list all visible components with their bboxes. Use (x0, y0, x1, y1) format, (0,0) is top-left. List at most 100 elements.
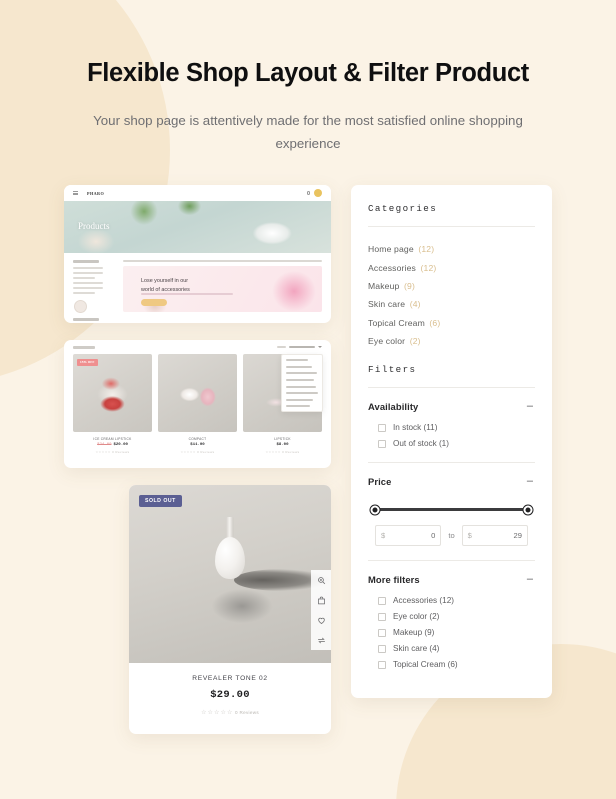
price-collapse-toggle[interactable]: – (525, 476, 535, 487)
price-separator: to (448, 531, 455, 541)
page-subtitle: Your shop page is attentively made for t… (93, 112, 523, 151)
checkbox-topical-cream[interactable]: Topical Cream (6) (368, 660, 535, 669)
checkbox-skin-care[interactable]: Skin care (4) (368, 644, 535, 653)
availability-collapse-toggle[interactable]: – (525, 401, 535, 412)
category-item-makeup[interactable]: Makeup (9) (368, 277, 535, 295)
hero-title: Products (78, 221, 110, 232)
compare-icon[interactable] (311, 630, 331, 651)
search-zoom-icon[interactable] (311, 570, 331, 591)
checkbox-makeup[interactable]: Makeup (9) (368, 628, 535, 637)
product-grid-mockup[interactable]: 15% OFF ICE CREAM LIPSTICK $24.00 $20.00 … (64, 340, 331, 469)
product-image (158, 353, 237, 432)
featured-product-meta: REVEALER TONE 02 $29.00 ☆☆☆☆☆ 0 Reviews (129, 663, 331, 734)
checkbox-label: Topical Cream (6) (393, 660, 458, 670)
category-count: (12) (420, 262, 437, 273)
divider (368, 560, 535, 562)
heart-icon[interactable] (311, 610, 331, 631)
page-title: Flexible Shop Layout & Filter Product (87, 59, 529, 87)
divider (368, 462, 535, 464)
currency-symbol: $ (381, 531, 386, 541)
category-item-skin-care[interactable]: Skin care (4) (368, 295, 535, 313)
availability-title: Availability (368, 401, 419, 413)
perfume-bottle (215, 517, 245, 580)
featured-product-price: $29.00 (210, 689, 250, 702)
color-swatch[interactable] (74, 300, 87, 314)
product-card[interactable]: COMPACT $11.00 ☆☆☆☆☆ 0 Reviews (158, 353, 237, 454)
checkbox-label: Out of stock (1) (393, 439, 449, 449)
checkbox-eye-color[interactable]: Eye color (2) (368, 612, 535, 621)
search-icon[interactable] (306, 191, 310, 195)
banner-title: Lose yourself in our world of accessories (141, 278, 190, 293)
checkbox-label: Accessories (12) (393, 596, 454, 606)
product-sale-price: $20.00 (113, 443, 128, 448)
mockup-sidebar (73, 260, 115, 323)
checkbox-icon[interactable] (378, 423, 386, 432)
checkbox-icon[interactable] (378, 660, 386, 669)
divider (368, 226, 535, 228)
sort-dropdown-menu[interactable] (281, 354, 323, 413)
featured-product-image: SOLD OUT (129, 485, 331, 664)
price-max-input[interactable]: $ 29 (461, 525, 528, 547)
category-item-eye-color[interactable]: Eye color (2) (368, 332, 535, 350)
sort-dropdown[interactable] (277, 346, 322, 349)
product-price: $24.00 $20.00 (73, 443, 152, 447)
product-rating: ☆☆☆☆☆ 0 Reviews (180, 449, 215, 454)
mockup-hero-image: Products (64, 201, 331, 254)
category-count: (4) (409, 299, 421, 310)
more-filters-title: More filters (368, 574, 420, 586)
filters-column: Categories Home page (12) Accessories (1… (351, 185, 552, 734)
product-name: LIPSTICK (274, 436, 291, 441)
categories-heading: Categories (368, 203, 438, 215)
slider-handle-max[interactable] (523, 505, 533, 515)
product-name: COMPACT (188, 436, 207, 441)
availability-filter: Availability – In stock (11) Out of stoc… (368, 401, 535, 449)
category-list: Home page (12) Accessories (12) Makeup (… (368, 240, 535, 350)
checkbox-accessories[interactable]: Accessories (12) (368, 596, 535, 605)
avatar[interactable] (314, 189, 322, 198)
price-range-slider[interactable]: $ 0 to $ 29 (368, 498, 535, 547)
checkbox-icon[interactable] (378, 628, 386, 637)
product-name: ICE CREAM LIPSTICK (93, 436, 132, 441)
topbar-actions (306, 189, 322, 198)
filters-panel: Categories Home page (12) Accessories (1… (351, 185, 552, 699)
mockup-main: Lose yourself in our world of accessories (123, 260, 322, 323)
mockups-column: PHARO Products Lose yourself in our worl… (64, 185, 331, 735)
checkbox-out-of-stock[interactable]: Out of stock (1) (368, 439, 535, 448)
price-filter: Price – $ 0 to $ 29 (368, 476, 535, 547)
discount-badge: 15% OFF (77, 358, 98, 366)
category-label: Home page (368, 244, 414, 255)
checkbox-icon[interactable] (378, 596, 386, 605)
category-label: Topical Cream (368, 317, 425, 328)
checkbox-icon[interactable] (378, 644, 386, 653)
product-card[interactable]: 15% OFF ICE CREAM LIPSTICK $24.00 $20.00 … (73, 353, 152, 454)
chevron-down-icon (318, 346, 322, 349)
category-count: (2) (409, 336, 421, 347)
slider-handle-min[interactable] (370, 505, 380, 515)
category-item-accessories[interactable]: Accessories (12) (368, 259, 535, 277)
checkbox-in-stock[interactable]: In stock (11) (368, 423, 535, 432)
price-max-value: 29 (513, 531, 522, 541)
price-min-value: 0 (431, 531, 436, 541)
page-header: Flexible Shop Layout & Filter Product Yo… (0, 0, 616, 155)
menu-icon[interactable] (73, 191, 78, 196)
category-count: (9) (404, 281, 415, 292)
featured-product-card[interactable]: SOLD OUT REVEALER TONE 02 $29.00 ☆☆☆☆☆ 0… (129, 485, 331, 735)
product-price: $11.00 (190, 443, 205, 448)
category-count: (12) (418, 244, 435, 255)
shopping-bag-icon[interactable] (311, 590, 331, 611)
mockup-topbar: PHARO (64, 185, 331, 202)
product-image: 15% OFF (73, 353, 152, 432)
price-min-input[interactable]: $ 0 (375, 525, 442, 547)
category-item-home-page[interactable]: Home page (12) (368, 240, 535, 258)
price-title: Price (368, 476, 392, 488)
more-filters-collapse-toggle[interactable]: – (525, 574, 535, 585)
slider-track[interactable] (370, 505, 533, 515)
checkbox-icon[interactable] (378, 612, 386, 621)
banner-cta-button[interactable] (141, 299, 167, 307)
promo-banner[interactable]: Lose yourself in our world of accessories (123, 266, 322, 313)
checkbox-icon[interactable] (378, 439, 386, 448)
category-count: (6) (429, 317, 441, 328)
shop-landing-mockup[interactable]: PHARO Products Lose yourself in our worl… (64, 185, 331, 324)
star-rating: ☆☆☆☆☆ (201, 710, 234, 717)
category-item-topical-cream[interactable]: Topical Cream (6) (368, 314, 535, 332)
